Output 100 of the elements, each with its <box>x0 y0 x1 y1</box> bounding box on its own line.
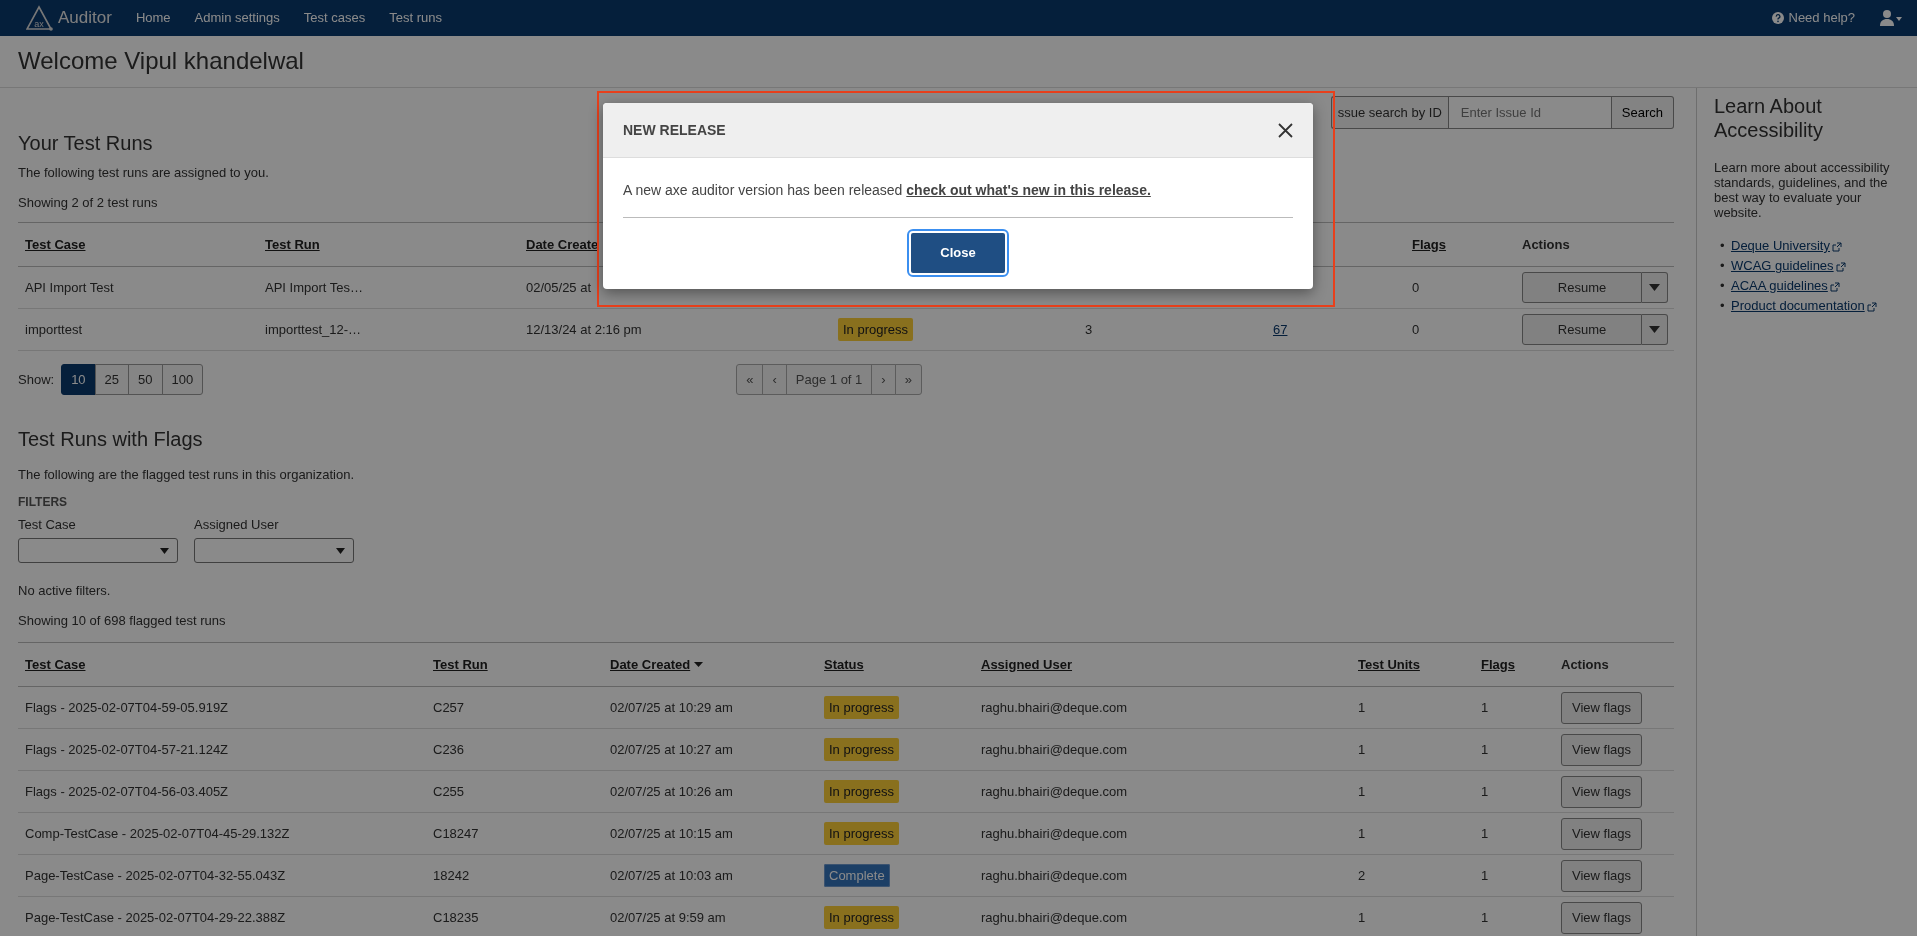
section-description: The following are the flagged test runs in this organization. <box>18 466 356 484</box>
logo-icon: ax <box>26 4 54 32</box>
table-cell: raghu.bhairi@deque.com <box>981 825 1128 841</box>
nav-link[interactable]: Test runs <box>389 8 442 28</box>
table-cell: Page-TestCase - 2025-02-07T04-29-22.388Z <box>25 909 286 925</box>
table-cell: 1 <box>1481 867 1489 883</box>
table-cell: 0 <box>1412 279 1420 295</box>
sidebar-title: Learn About Accessibility <box>1714 94 1824 142</box>
pagination-button[interactable]: ‹ <box>762 364 787 395</box>
table-cell: Flags - 2025-02-07T04-57-21.124Z <box>25 741 229 757</box>
external-link-icon <box>1832 241 1842 252</box>
column-header: Actions <box>1561 655 1609 674</box>
table-cell: raghu.bhairi@deque.com <box>981 783 1128 799</box>
view-flags-button[interactable]: View flags <box>1561 691 1642 724</box>
dialog-message: A new axe auditor version has been released check out what's new in this release. <box>623 181 1152 200</box>
sort-link[interactable]: Test Case <box>25 234 86 255</box>
table-cell: 1 <box>1481 783 1489 799</box>
resource-link[interactable]: WCAG guidelines <box>1731 258 1846 273</box>
sort-link[interactable]: Date Created <box>610 654 691 675</box>
sort-link[interactable]: Status <box>824 654 864 675</box>
table-cell: importtest <box>25 321 83 337</box>
table-cell: raghu.bhairi@deque.com <box>981 741 1128 757</box>
view-flags-button[interactable]: View flags <box>1561 817 1642 850</box>
pagination-button[interactable]: » <box>894 364 922 395</box>
brand-name: Auditor <box>58 7 112 30</box>
count-link[interactable]: 67 <box>1273 321 1288 337</box>
table-cell: C18235 <box>433 909 479 925</box>
external-link-icon <box>1835 261 1846 272</box>
filter-label: Test Case <box>18 515 77 534</box>
search-label: ssue search by ID <box>1330 96 1448 129</box>
dropdown-toggle-button[interactable] <box>1642 272 1668 303</box>
search-button[interactable]: Search <box>1611 96 1674 129</box>
table-cell: 02/05/25 at <box>526 279 592 295</box>
table-cell: Flags - 2025-02-07T04-56-03.405Z <box>25 783 229 799</box>
table-cell: 18242 <box>433 867 470 883</box>
sort-link[interactable]: Assigned User <box>981 654 1073 675</box>
table-cell: 02/07/25 at 10:15 am <box>610 825 733 841</box>
table-cell: API Import Tes… <box>265 279 363 295</box>
external-link-icon <box>1866 301 1877 312</box>
page-indicator[interactable]: Page 1 of 1 <box>785 364 873 395</box>
external-link-icon <box>1829 281 1840 292</box>
nav-link[interactable]: Home <box>135 8 171 28</box>
page-size-button[interactable]: 50 <box>128 364 163 395</box>
pagination-button[interactable]: « <box>736 364 764 395</box>
release-notes-link[interactable]: check out what's new in this release. <box>906 182 1151 198</box>
section-title: Test Runs with Flags <box>18 427 204 451</box>
view-flags-button[interactable]: View flags <box>1561 859 1642 892</box>
sort-link[interactable]: Flags <box>1481 654 1515 675</box>
status-badge: Complete <box>824 863 890 888</box>
help-icon <box>1771 12 1784 24</box>
view-flags-button[interactable]: View flags <box>1561 733 1642 766</box>
view-flags-button[interactable]: View flags <box>1561 901 1642 934</box>
table-cell: 0 <box>1412 321 1420 337</box>
sort-link[interactable]: Date Create <box>526 234 599 255</box>
section-title: Your Test Runs <box>18 131 154 155</box>
status-badge: In progress <box>838 317 914 342</box>
close-button[interactable]: Close <box>909 231 1007 275</box>
table-cell: C18247 <box>433 825 479 841</box>
sort-link[interactable]: Test Run <box>433 654 488 675</box>
list-bullet: • <box>1720 237 1726 255</box>
table-cell: 1 <box>1481 699 1489 715</box>
table-cell: 1 <box>1481 825 1489 841</box>
sort-link[interactable]: Test Run <box>265 234 320 255</box>
dropdown-toggle-button[interactable] <box>1642 314 1668 345</box>
table-cell: Comp-TestCase - 2025-02-07T04-45-29.132Z <box>25 825 290 841</box>
page-size-button[interactable]: 10 <box>61 364 96 395</box>
table-cell: 02/07/25 at 10:03 am <box>610 867 733 883</box>
page-size-button[interactable]: 100 <box>161 364 204 395</box>
table-cell: 1 <box>1358 741 1366 757</box>
filter-select[interactable] <box>18 538 178 563</box>
caret-icon <box>336 547 345 554</box>
pagination-button[interactable]: › <box>871 364 896 395</box>
view-flags-button[interactable]: View flags <box>1561 775 1642 808</box>
help-link[interactable]: Need help? <box>1788 8 1855 28</box>
table-cell: raghu.bhairi@deque.com <box>981 909 1128 925</box>
table-cell: C236 <box>433 741 465 757</box>
caret-icon <box>160 547 169 554</box>
resume-button[interactable]: Resume <box>1522 314 1642 345</box>
resource-link[interactable]: ACAA guidelines <box>1731 278 1840 293</box>
filter-select[interactable] <box>194 538 354 563</box>
table-cell: API Import Test <box>25 279 114 295</box>
section-description: The following test runs are assigned to you. <box>18 164 270 182</box>
resource-link[interactable]: Product documentation <box>1731 298 1877 313</box>
nav-link[interactable]: Admin settings <box>194 8 280 28</box>
caret-icon <box>1649 284 1660 291</box>
table-cell: raghu.bhairi@deque.com <box>981 699 1128 715</box>
resume-button[interactable]: Resume <box>1522 272 1642 303</box>
caret-icon <box>1649 326 1660 333</box>
resource-link[interactable]: Deque University <box>1731 238 1842 253</box>
table-cell: 02/07/25 at 10:29 am <box>610 699 733 715</box>
table-cell: 1 <box>1358 699 1366 715</box>
nav-link[interactable]: Test cases <box>303 8 366 28</box>
sort-link[interactable]: Flags <box>1412 234 1446 255</box>
sort-link[interactable]: Test Units <box>1358 654 1420 675</box>
sort-link[interactable]: Test Case <box>25 654 86 675</box>
table-cell: 02/07/25 at 9:59 am <box>610 909 726 925</box>
filter-label: Assigned User <box>194 515 280 534</box>
filters-heading: FILTERS <box>18 493 69 511</box>
issue-id-field[interactable]: Enter Issue Id <box>1447 96 1612 129</box>
table-cell: 02/07/25 at 10:27 am <box>610 741 733 757</box>
